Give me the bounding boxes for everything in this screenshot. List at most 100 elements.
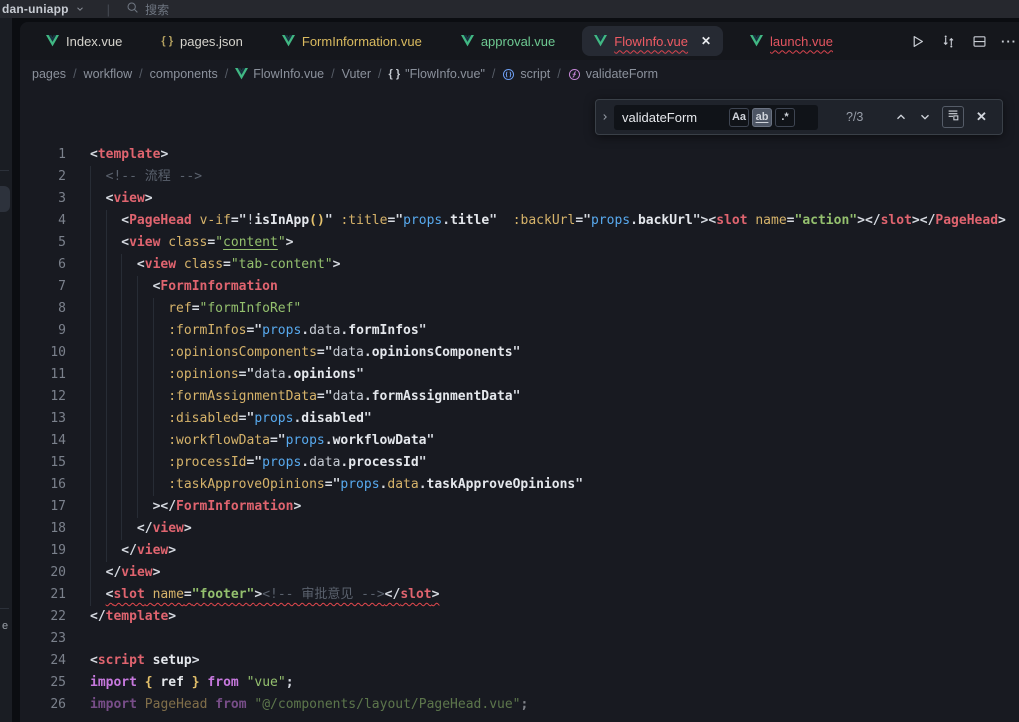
line-number: 10 <box>20 342 66 364</box>
code-line[interactable]: 18</view> <box>20 518 1019 540</box>
indent-guide <box>137 276 153 298</box>
sidebar-item-partial[interactable] <box>0 186 10 212</box>
sidebar-divider <box>0 608 9 609</box>
close-tab-icon[interactable]: ✕ <box>701 34 711 48</box>
breadcrumb-item-script[interactable]: script <box>502 67 550 81</box>
code-line[interactable]: 1<template> <box>20 144 1019 166</box>
tab-Index.vue[interactable]: Index.vue <box>34 26 134 56</box>
code-line[interactable]: 19 </view> <box>20 540 1019 562</box>
global-search[interactable]: 搜索 <box>126 1 169 18</box>
toggle-replace-chevron-icon[interactable] <box>596 112 614 122</box>
code-line[interactable]: 22</template> <box>20 606 1019 628</box>
previous-match-button[interactable] <box>894 110 908 124</box>
line-number: 19 <box>20 540 66 562</box>
line-number: 4 <box>20 210 66 232</box>
code-line-content: import PageHead from "@/components/layou… <box>90 694 528 716</box>
tab-launch.vue[interactable]: launch.vue <box>738 26 845 56</box>
line-number: 24 <box>20 650 66 672</box>
method-icon <box>568 68 581 81</box>
tab-label: approval.vue <box>481 34 555 49</box>
tab-bar: Index.vue { }pages.json FormInformation.vu… <box>20 22 1019 60</box>
breadcrumb-item-components[interactable]: components <box>150 67 218 81</box>
line-number: 26 <box>20 694 66 716</box>
code-line[interactable]: 20</view> <box>20 562 1019 584</box>
code-line[interactable]: 2<!-- 流程 --> <box>20 166 1019 188</box>
code-line[interactable]: 9:formInfos="props.data.formInfos" <box>20 320 1019 342</box>
breadcrumb-item-validateForm[interactable]: validateForm <box>568 67 658 81</box>
breadcrumb-label: FlowInfo.vue <box>253 67 324 81</box>
line-number: 3 <box>20 188 66 210</box>
breadcrumb-item-FlowInfo.vue[interactable]: FlowInfo.vue <box>235 67 324 81</box>
indent-guide <box>90 496 106 518</box>
breadcrumb-separator: / <box>225 67 228 81</box>
code-line[interactable]: 13:disabled="props.disabled" <box>20 408 1019 430</box>
breadcrumb-item-Vuter[interactable]: Vuter <box>342 67 371 81</box>
indent-guide <box>137 364 153 386</box>
editor-group: Index.vue { }pages.json FormInformation.vu… <box>20 22 1019 722</box>
breadcrumb-label: "FlowInfo.vue" <box>405 67 485 81</box>
match-case-toggle[interactable]: Aa <box>729 108 749 127</box>
code-line[interactable]: 5<view class="content"> <box>20 232 1019 254</box>
indent-guide <box>153 320 169 342</box>
split-editor-icon[interactable] <box>970 32 988 50</box>
code-editor[interactable]: 1<template>2<!-- 流程 -->3<view>4<PageHead… <box>20 144 1019 716</box>
line-number: 16 <box>20 474 66 496</box>
open-changes-icon[interactable] <box>939 32 957 50</box>
vue-icon <box>461 35 474 47</box>
code-line[interactable]: 15:processId="props.data.processId" <box>20 452 1019 474</box>
run-icon[interactable] <box>908 32 926 50</box>
find-in-selection-button[interactable] <box>942 106 964 128</box>
indent-guide <box>106 298 122 320</box>
code-line[interactable]: 21<slot name="footer"><!-- 审批意见 --></slo… <box>20 584 1019 606</box>
code-line[interactable]: 17></FormInformation> <box>20 496 1019 518</box>
project-name[interactable]: dan-uniapp <box>2 2 69 16</box>
next-match-button[interactable] <box>918 110 932 124</box>
line-number: 15 <box>20 452 66 474</box>
breadcrumb-label: components <box>150 67 218 81</box>
code-line[interactable]: 14:workflowData="props.workflowData" <box>20 430 1019 452</box>
code-line[interactable]: 10:opinionsComponents="data.opinionsComp… <box>20 342 1019 364</box>
breadcrumb-separator: / <box>331 67 334 81</box>
code-line[interactable]: 7<FormInformation <box>20 276 1019 298</box>
find-input[interactable] <box>622 110 727 125</box>
code-line[interactable]: 26 import PageHead from "@/components/lay… <box>20 694 1019 716</box>
indent-guide <box>137 320 153 342</box>
code-line[interactable]: 12:formAssignmentData="data.formAssignme… <box>20 386 1019 408</box>
tab-FormInformation.vue[interactable]: FormInformation.vue <box>270 26 434 56</box>
code-line-content: </view> <box>90 540 176 562</box>
search-placeholder: 搜索 <box>145 1 169 18</box>
code-line[interactable]: 3<view> <box>20 188 1019 210</box>
indent-guide <box>90 210 106 232</box>
indent-guide <box>106 540 122 562</box>
tab-FlowInfo.vue[interactable]: FlowInfo.vue✕ <box>582 26 723 56</box>
code-line-content: :disabled="props.disabled" <box>90 408 372 430</box>
code-line[interactable]: 8ref="formInfoRef" <box>20 298 1019 320</box>
indent-guide <box>106 430 122 452</box>
tab-approval.vue[interactable]: approval.vue <box>449 26 567 56</box>
vue-icon <box>594 35 607 47</box>
code-line[interactable]: 23 <box>20 628 1019 650</box>
code-line[interactable]: 16:taskApproveOpinions="props.data.taskA… <box>20 474 1019 496</box>
sidebar-divider <box>0 170 9 171</box>
breadcrumb-item-FlowInfo.vue[interactable]: { }"FlowInfo.vue" <box>389 67 485 81</box>
code-line[interactable]: 6<view class="tab-content"> <box>20 254 1019 276</box>
code-line[interactable]: 11:opinions="data.opinions" <box>20 364 1019 386</box>
whole-word-toggle[interactable]: ab <box>752 108 772 127</box>
indent-guide <box>90 254 106 276</box>
chevron-down-icon[interactable] <box>75 4 85 14</box>
more-icon[interactable]: ··· <box>1001 32 1017 50</box>
vue-icon <box>235 68 248 80</box>
code-line[interactable]: 24<script setup> <box>20 650 1019 672</box>
breadcrumb-item-workflow[interactable]: workflow <box>84 67 133 81</box>
regex-toggle[interactable]: .* <box>775 108 795 127</box>
code-line-content: <view class="tab-content"> <box>90 254 340 276</box>
code-line[interactable]: 4<PageHead v-if="!isInApp()" :title="pro… <box>20 210 1019 232</box>
indent-guide <box>106 364 122 386</box>
breadcrumb-label: validateForm <box>586 67 658 81</box>
breadcrumb-item-pages[interactable]: pages <box>32 67 66 81</box>
code-line-content: :opinions="data.opinions" <box>90 364 364 386</box>
close-find-button[interactable]: ✕ <box>976 109 987 125</box>
code-line-content: <template> <box>90 144 168 166</box>
tab-pages.json[interactable]: { }pages.json <box>149 26 255 56</box>
code-line[interactable]: 25import { ref } from "vue"; <box>20 672 1019 694</box>
